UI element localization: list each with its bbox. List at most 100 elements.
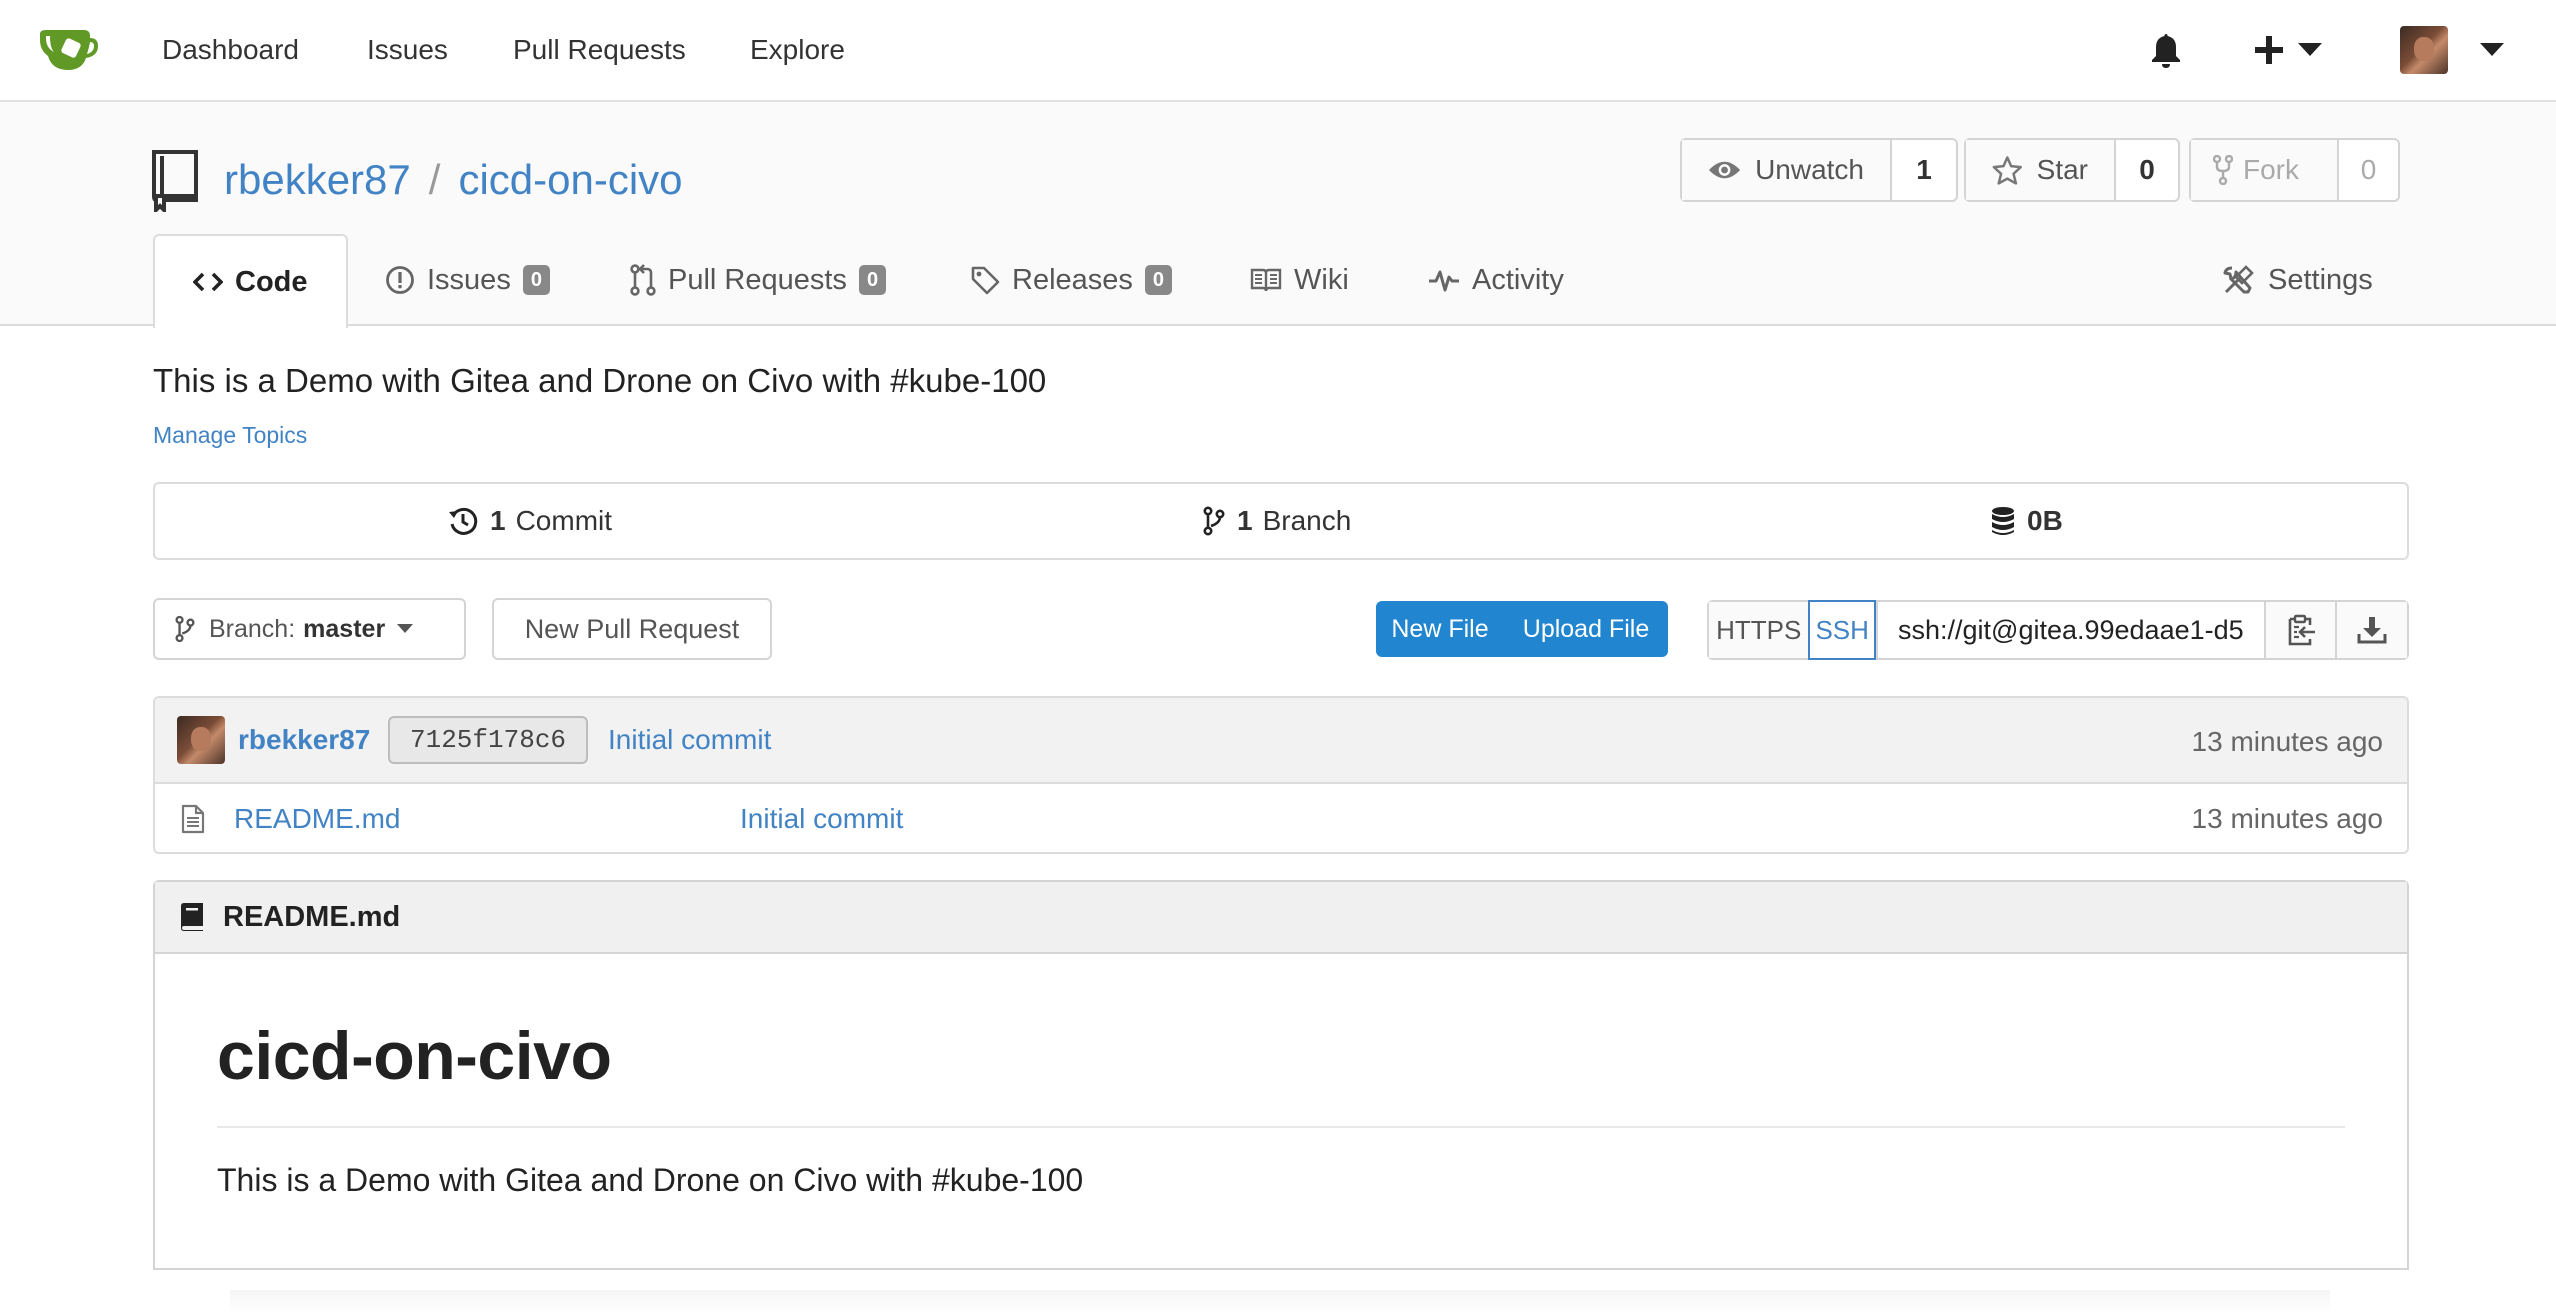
forks-count[interactable]: 0: [2339, 140, 2398, 200]
watch-button-group[interactable]: Unwatch 1: [1680, 138, 1958, 202]
commit-message-link[interactable]: Initial commit: [608, 724, 771, 756]
repo-size-stat: 0B: [1991, 484, 2073, 558]
fork-button[interactable]: Fork: [2191, 140, 2339, 200]
branch-label: Branch:: [209, 614, 296, 643]
tab-code-label: Code: [235, 265, 308, 298]
file-text-icon: [181, 804, 205, 834]
tab-settings[interactable]: Settings: [2222, 234, 2373, 326]
pull-requests-count-badge: 0: [858, 265, 887, 295]
stars-count[interactable]: 0: [2116, 140, 2178, 200]
git-branch-icon: [1203, 506, 1225, 536]
new-pull-request-label: New Pull Request: [524, 613, 740, 644]
issues-count-badge: 0: [522, 265, 550, 295]
commits-count: 1: [490, 505, 506, 536]
clippy-icon: [2288, 614, 2315, 646]
file-name-link[interactable]: README.md: [234, 803, 400, 835]
readme-filename: README.md: [223, 900, 401, 933]
caret-down-icon: [2480, 43, 2504, 56]
code-icon: [193, 272, 223, 292]
nav-issues[interactable]: Issues: [367, 0, 448, 100]
git-pull-request-icon: [630, 264, 656, 296]
notifications-bell-icon[interactable]: [2150, 0, 2182, 100]
database-icon: [1992, 507, 2014, 535]
clone-url-input[interactable]: [1876, 602, 2264, 658]
repo-header: rbekker87/cicd-on-civo Unwatch 1 Star 0 …: [0, 102, 2556, 328]
fork-button-group[interactable]: Fork 0: [2189, 138, 2400, 202]
fork-label: Fork: [2243, 154, 2299, 185]
tab-issues[interactable]: Issues 0: [385, 234, 550, 326]
unwatch-button[interactable]: Unwatch: [1682, 140, 1892, 200]
readme-divider: [217, 1126, 2345, 1128]
tab-activity[interactable]: Activity: [1428, 234, 1564, 326]
https-toggle[interactable]: HTTPS: [1709, 602, 1809, 658]
repo-tabs: Code Issues 0 Pull Requests 0 Releases 0…: [0, 234, 2556, 328]
new-file-button[interactable]: New File: [1376, 601, 1504, 657]
issue-opened-icon: [386, 266, 414, 294]
tag-icon: [971, 266, 1000, 295]
readme-panel: README.md cicd-on-civo This is a Demo wi…: [153, 880, 2409, 1270]
gitea-logo-icon[interactable]: [38, 26, 100, 74]
plus-icon: [2255, 36, 2283, 64]
tab-releases-label: Releases: [1012, 263, 1133, 296]
unwatch-label: Unwatch: [1755, 154, 1864, 185]
copy-url-button[interactable]: [2263, 602, 2336, 658]
file-actions-group: New File Upload File: [1376, 601, 1668, 657]
repo-owner-link[interactable]: rbekker87: [224, 156, 411, 203]
upload-file-button[interactable]: Upload File: [1504, 601, 1668, 657]
tab-issues-label: Issues: [427, 263, 511, 296]
ssh-toggle[interactable]: SSH: [1808, 600, 1876, 660]
history-icon: [449, 507, 478, 535]
new-pull-request-button[interactable]: New Pull Request: [492, 598, 772, 660]
tab-wiki[interactable]: Wiki: [1250, 234, 1349, 326]
star-icon: [1992, 156, 2022, 185]
commit-author-link[interactable]: rbekker87: [238, 724, 370, 756]
repo-size: 0B: [2027, 505, 2063, 536]
repo-book-icon: [150, 150, 200, 212]
readme-heading: cicd-on-civo: [217, 1018, 612, 1094]
user-menu[interactable]: [2400, 0, 2504, 100]
tab-code[interactable]: Code: [153, 234, 348, 328]
nav-dashboard[interactable]: Dashboard: [162, 0, 299, 100]
user-avatar: [2400, 26, 2448, 74]
download-button[interactable]: [2335, 602, 2407, 658]
repo-name-link[interactable]: cicd-on-civo: [458, 156, 682, 203]
nav-pull-requests[interactable]: Pull Requests: [513, 0, 686, 100]
commits-stat[interactable]: 1 Commit: [448, 484, 612, 558]
releases-count-badge: 0: [1144, 265, 1173, 295]
star-label: Star: [2036, 154, 2088, 185]
star-button[interactable]: Star: [1966, 140, 2116, 200]
branches-stat[interactable]: 1 Branch: [1203, 484, 1351, 558]
branch-selector[interactable]: Branch: master: [153, 598, 466, 660]
commit-sha-link[interactable]: 7125f178c6: [388, 716, 589, 764]
star-button-group[interactable]: Star 0: [1964, 138, 2180, 202]
file-commit-time: 13 minutes ago: [2191, 803, 2383, 834]
caret-down-icon: [397, 624, 414, 633]
file-commit-link[interactable]: Initial commit: [740, 803, 903, 835]
tab-activity-label: Activity: [1472, 263, 1564, 296]
git-branch-icon: [175, 615, 195, 643]
watchers-count[interactable]: 1: [1892, 140, 1956, 200]
tab-settings-label: Settings: [2268, 263, 2373, 296]
file-row[interactable]: README.md Initial commit 13 minutes ago: [155, 784, 2407, 852]
page-bottom-shadow: [230, 1290, 2330, 1314]
download-icon: [2357, 617, 2387, 644]
branches-label: Branch: [1262, 505, 1352, 536]
readme-header: README.md: [155, 882, 2407, 954]
file-list-table: rbekker87 7125f178c6 Initial commit 13 m…: [153, 696, 2409, 854]
repo-description: This is a Demo with Gitea and Drone on C…: [153, 362, 1047, 399]
create-new-menu[interactable]: [2254, 0, 2322, 100]
commit-time: 13 minutes ago: [2191, 726, 2383, 757]
latest-commit-row: rbekker87 7125f178c6 Initial commit 13 m…: [155, 698, 2407, 784]
book-icon: [181, 903, 203, 931]
repo-path-separator: /: [428, 156, 441, 203]
eye-icon: [1708, 161, 1741, 179]
tab-releases[interactable]: Releases 0: [970, 234, 1173, 326]
commit-author-avatar[interactable]: [177, 716, 225, 764]
manage-topics-link[interactable]: Manage Topics: [153, 422, 307, 449]
nav-explore[interactable]: Explore: [750, 0, 845, 100]
branch-value: master: [303, 614, 386, 643]
book-icon: [1250, 268, 1282, 292]
commits-label: Commit: [515, 505, 613, 536]
pulse-icon: [1429, 270, 1459, 292]
tab-pull-requests[interactable]: Pull Requests 0: [630, 234, 887, 326]
